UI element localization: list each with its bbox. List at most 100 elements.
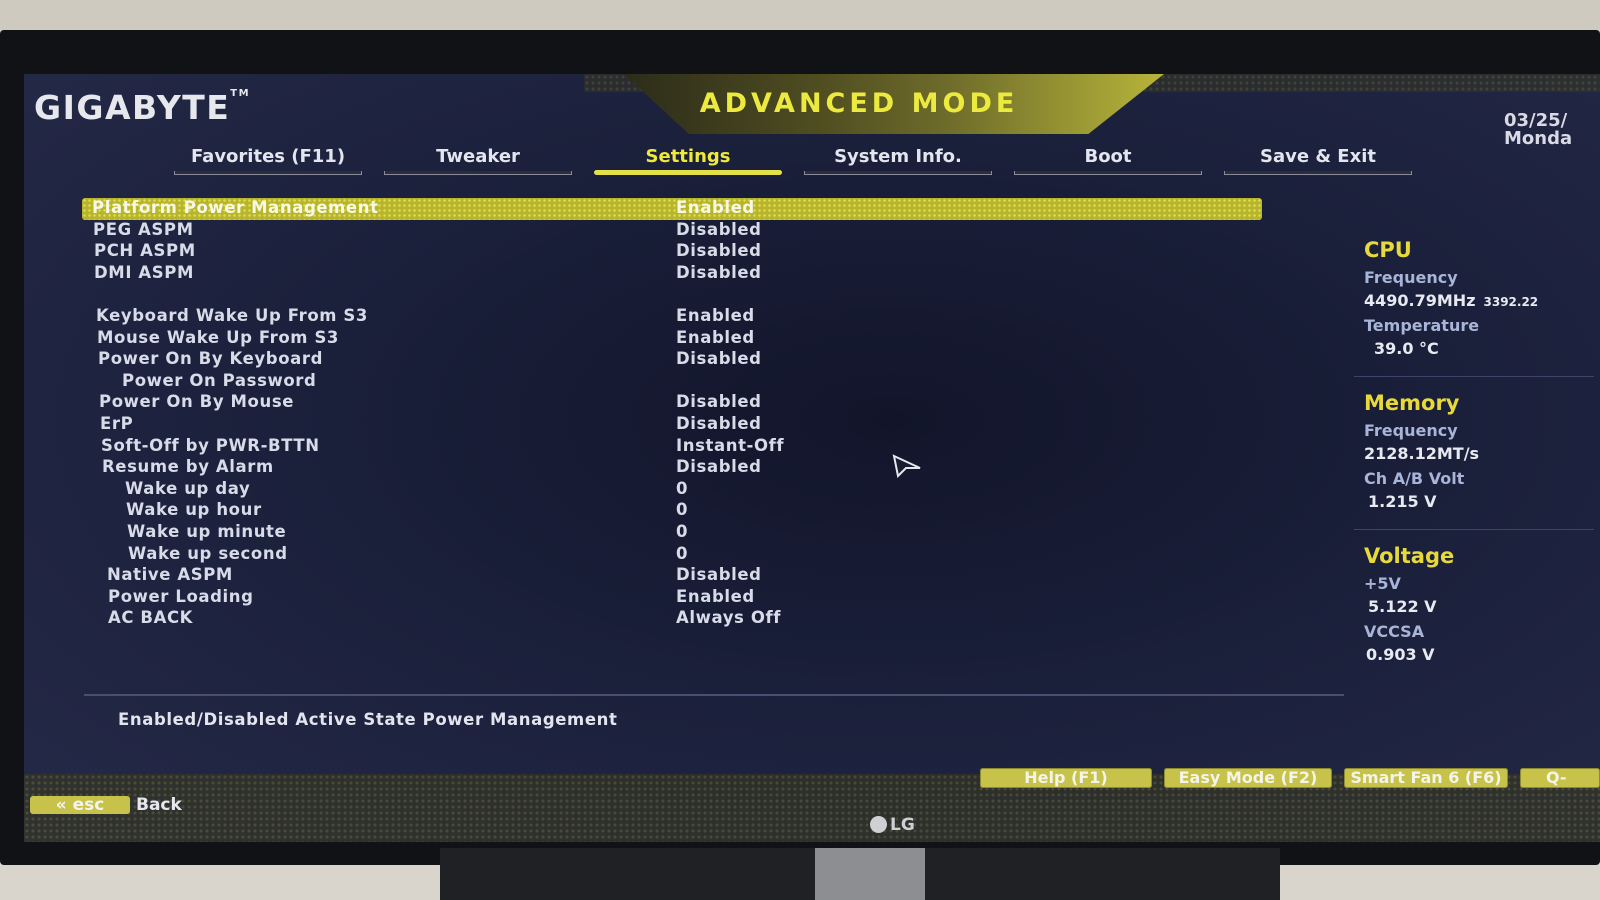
setting-row-peg-aspm[interactable]: PEG ASPM Disabled [82,220,1262,242]
setting-row-keyboard-wake-s3[interactable]: Keyboard Wake Up From S3 Enabled [82,306,1262,328]
double-chevron-left-icon: « [55,795,67,815]
setting-label: Mouse Wake Up From S3 [97,327,340,347]
smart-fan-button[interactable]: Smart Fan 6 (F6) [1344,768,1508,788]
setting-row-erp[interactable]: ErP Disabled [82,414,1262,436]
setting-row-power-loading[interactable]: Power Loading Enabled [82,587,1262,609]
setting-label: Soft-Off by PWR-BTTN [101,435,320,455]
monitor-stand-neck [815,848,925,900]
cpu-heading: CPU [1364,238,1412,262]
tab-save-exit[interactable]: Save & Exit [1224,146,1412,175]
day-text: Monda [1504,128,1573,149]
cpu-bclk-text: 3392.22 [1483,295,1539,309]
mouse-pointer-icon [892,454,921,478]
setting-row-mouse-wake-s3[interactable]: Mouse Wake Up From S3 Enabled [82,328,1262,350]
settings-list: Platform Power Management Enabled PEG AS… [82,198,1262,630]
setting-value[interactable]: Disabled [676,392,762,411]
tab-favorites[interactable]: Favorites (F11) [174,146,362,175]
setting-value[interactable]: Always Off [676,608,781,627]
cpu-temperature-label: Temperature [1364,316,1480,335]
date-time: 03/25/Monda [1504,112,1572,148]
setting-label: Resume by Alarm [102,457,274,477]
memory-frequency-value: 2128.12MT/s [1364,444,1480,463]
setting-value[interactable]: Enabled [676,306,755,325]
setting-row-native-aspm[interactable]: Native ASPM Disabled [82,565,1262,587]
setting-value[interactable]: Disabled [676,349,762,368]
vccsa-value: 0.903 V [1366,645,1435,664]
setting-label: PCH ASPM [94,241,196,261]
setting-label: Wake up minute [127,521,287,541]
setting-row-soft-off[interactable]: Soft-Off by PWR-BTTN Instant-Off [82,436,1262,458]
esc-label: esc [72,795,105,815]
trademark-mark: TM [230,88,251,99]
memory-volt-value: 1.215 V [1368,492,1437,511]
setting-value[interactable]: Enabled [676,587,755,606]
mode-title: ADVANCED MODE [699,88,1019,119]
help-divider [84,694,1344,696]
esc-button[interactable]: « esc [30,796,130,814]
lg-text: LG [890,815,915,835]
setting-row-power-on-password[interactable]: Power On Password [82,371,1262,393]
setting-label: Wake up hour [126,500,262,520]
cpu-frequency-value: 4490.79MHz 3392.22 [1364,291,1594,310]
setting-label: Wake up day [125,478,251,498]
sidebar-divider [1354,376,1594,377]
setting-value[interactable]: Instant-Off [676,436,784,455]
voltage-heading: Voltage [1364,544,1455,568]
lg-circle-icon [870,816,887,833]
cpu-frequency-text: 4490.79MHz [1364,291,1476,310]
setting-value[interactable]: 0 [676,500,688,519]
setting-label: AC BACK [108,608,194,628]
help-button[interactable]: Help (F1) [980,768,1152,788]
setting-label: Wake up second [128,543,288,563]
setting-row-dmi-aspm[interactable]: DMI ASPM Disabled [82,263,1262,285]
setting-label: PEG ASPM [93,219,194,239]
v5-value: 5.122 V [1368,597,1437,616]
hardware-monitor-panel: CPU Frequency 4490.79MHz 3392.22 Temperat… [1354,234,1594,664]
setting-value[interactable]: Disabled [676,220,762,239]
tab-system-info[interactable]: System Info. [804,146,992,175]
setting-value[interactable]: Enabled [676,198,755,217]
setting-value[interactable]: Disabled [676,263,762,282]
setting-label: Power Loading [108,586,254,606]
setting-value[interactable]: 0 [676,479,688,498]
setting-value[interactable]: Enabled [676,328,755,347]
setting-row-platform-power-management[interactable]: Platform Power Management Enabled [82,198,1262,220]
v5-label: +5V [1364,574,1401,593]
sidebar-divider [1354,529,1594,530]
setting-row-resume-by-alarm[interactable]: Resume by Alarm Disabled [82,457,1262,479]
tab-boot[interactable]: Boot [1014,146,1202,175]
setting-label: Native ASPM [107,565,233,585]
setting-label: DMI ASPM [94,262,194,282]
memory-heading: Memory [1364,391,1460,415]
monitor-bezel: ADVANCED MODE GIGABYTETM 03/25/Monda Fav… [0,30,1600,865]
lg-monitor-logo: LG [870,815,915,835]
q-flash-button[interactable]: Q- [1520,768,1600,788]
setting-row-wake-hour[interactable]: Wake up hour 0 [82,500,1262,522]
easy-mode-button[interactable]: Easy Mode (F2) [1164,768,1332,788]
memory-volt-label: Ch A/B Volt [1364,469,1465,488]
bios-screen: ADVANCED MODE GIGABYTETM 03/25/Monda Fav… [24,74,1600,842]
setting-label: Power On By Mouse [99,392,295,412]
setting-value[interactable]: Disabled [676,414,762,433]
setting-label: Platform Power Management [92,198,379,217]
setting-row-pch-aspm[interactable]: PCH ASPM Disabled [82,241,1262,263]
vccsa-label: VCCSA [1364,622,1425,641]
setting-row-wake-second[interactable]: Wake up second 0 [82,544,1262,566]
cpu-temperature-value: 39.0 °C [1374,339,1439,358]
logo-text: GIGABYTE [34,88,231,127]
setting-row-power-on-mouse[interactable]: Power On By Mouse Disabled [82,392,1262,414]
setting-value[interactable]: 0 [676,522,688,541]
setting-row-power-on-keyboard[interactable]: Power On By Keyboard Disabled [82,349,1262,371]
tab-tweaker[interactable]: Tweaker [384,146,572,175]
setting-row-ac-back[interactable]: AC BACK Always Off [82,608,1262,630]
setting-value[interactable]: Disabled [676,241,762,260]
setting-label: ErP [100,413,134,433]
setting-row-wake-minute[interactable]: Wake up minute 0 [82,522,1262,544]
setting-value[interactable]: 0 [676,544,688,563]
setting-label: Power On By Keyboard [98,349,324,369]
back-label: Back [136,795,182,815]
setting-value[interactable]: Disabled [676,457,762,476]
setting-value[interactable]: Disabled [676,565,762,584]
setting-row-wake-day[interactable]: Wake up day 0 [82,479,1262,501]
tab-settings[interactable]: Settings [594,146,782,175]
